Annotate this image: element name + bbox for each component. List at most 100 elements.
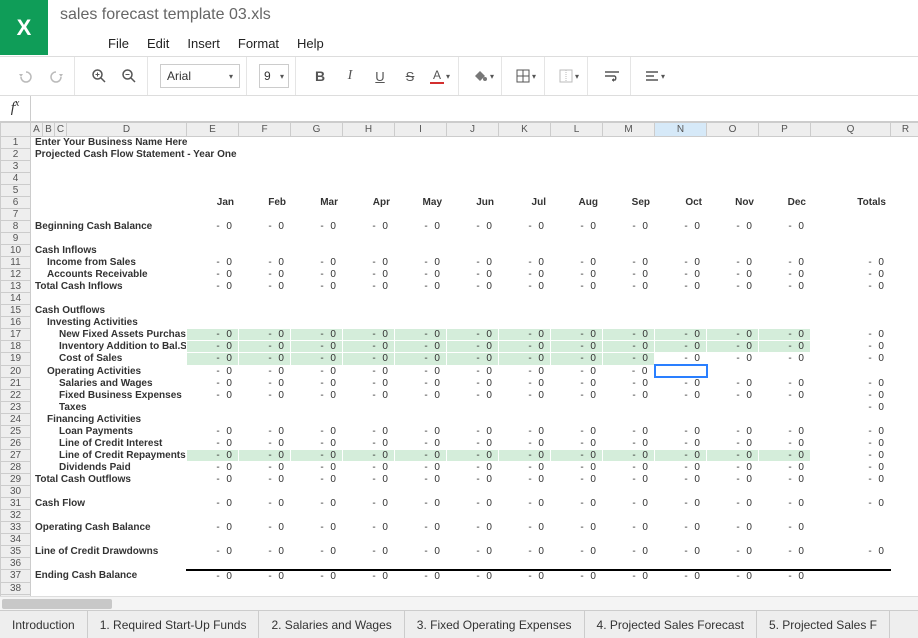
col-head-A[interactable]: A [31, 123, 43, 137]
col-head-C[interactable]: C [55, 123, 67, 137]
data-cell[interactable]: - 0 [759, 546, 811, 558]
data-cell[interactable]: - 0 [759, 522, 811, 534]
cell[interactable] [603, 594, 655, 596]
cell[interactable] [343, 173, 395, 185]
cell[interactable] [603, 233, 655, 245]
cell[interactable] [67, 486, 187, 498]
cell[interactable] [239, 173, 291, 185]
data-cell[interactable]: - 0 [343, 281, 395, 293]
col-head-J[interactable]: J [447, 123, 499, 137]
cell[interactable] [55, 233, 67, 245]
data-cell[interactable]: - 0 [239, 522, 291, 534]
data-cell[interactable]: - 0 [759, 269, 811, 281]
cell[interactable] [343, 510, 395, 522]
cell[interactable] [447, 510, 499, 522]
cell[interactable] [43, 233, 55, 245]
data-cell[interactable]: - 0 [551, 221, 603, 233]
data-cell[interactable]: - 0 [291, 570, 343, 583]
data-cell[interactable]: - 0 [239, 365, 291, 377]
data-cell[interactable]: - 0 [395, 221, 447, 233]
data-cell[interactable]: - 0 [603, 462, 655, 474]
cell[interactable] [447, 293, 499, 305]
data-cell[interactable]: - 0 [291, 377, 343, 390]
cell[interactable] [551, 510, 603, 522]
data-cell[interactable]: - 0 [291, 353, 343, 366]
data-cell[interactable]: - 0 [759, 426, 811, 438]
month-header[interactable]: Oct [655, 197, 707, 209]
data-cell[interactable]: - 0 [655, 257, 707, 269]
data-cell[interactable] [395, 402, 447, 414]
cell[interactable] [187, 510, 239, 522]
data-cell[interactable]: - 0 [759, 221, 811, 233]
cell[interactable] [343, 534, 395, 546]
row-head-24[interactable]: 24 [1, 414, 31, 426]
data-cell[interactable]: - 0 [239, 546, 291, 558]
data-cell[interactable]: - 0 [447, 450, 499, 462]
cell[interactable] [603, 510, 655, 522]
cell[interactable] [43, 534, 55, 546]
cell[interactable] [31, 450, 43, 462]
label-cell[interactable]: Ending Cash Balance [31, 570, 187, 583]
data-cell[interactable]: - 0 [187, 365, 239, 377]
cell[interactable] [811, 510, 891, 522]
cell[interactable] [187, 245, 239, 257]
data-cell[interactable]: - 0 [551, 450, 603, 462]
cell[interactable] [239, 510, 291, 522]
cell[interactable] [31, 329, 43, 341]
data-cell[interactable]: - 0 [655, 462, 707, 474]
label-cell[interactable]: Operating Cash Balance [31, 522, 187, 534]
data-cell[interactable]: - 0 [239, 341, 291, 353]
tab-startup-funds[interactable]: 1. Required Start-Up Funds [88, 611, 260, 638]
data-cell[interactable]: - 0 [187, 426, 239, 438]
cell[interactable] [187, 594, 239, 596]
data-cell-total[interactable]: - 0 [811, 546, 891, 558]
cell[interactable] [43, 173, 55, 185]
data-cell[interactable]: - 0 [447, 462, 499, 474]
cell[interactable] [291, 510, 343, 522]
label-cell[interactable]: New Fixed Assets Purchases [55, 329, 187, 341]
cell[interactable] [707, 293, 759, 305]
cell[interactable] [499, 305, 551, 317]
data-cell[interactable]: - 0 [187, 390, 239, 402]
cell[interactable] [31, 257, 43, 269]
cell[interactable] [499, 414, 551, 426]
data-cell[interactable]: - 0 [395, 365, 447, 377]
data-cell[interactable]: - 0 [499, 450, 551, 462]
cell[interactable] [707, 582, 759, 594]
data-cell[interactable]: - 0 [707, 498, 759, 510]
data-cell[interactable]: - 0 [551, 546, 603, 558]
cell[interactable] [551, 233, 603, 245]
cell[interactable] [891, 341, 918, 353]
data-cell[interactable] [707, 402, 759, 414]
data-cell-total[interactable] [811, 365, 891, 377]
cell[interactable] [395, 594, 447, 596]
label-cell[interactable]: Fixed Business Expenses [55, 390, 187, 402]
data-cell[interactable]: - 0 [499, 474, 551, 486]
data-cell[interactable]: - 0 [395, 450, 447, 462]
label-cell[interactable]: Cost of Sales [55, 353, 187, 366]
cell[interactable] [891, 281, 918, 293]
data-cell[interactable]: - 0 [239, 257, 291, 269]
cell[interactable] [551, 558, 603, 570]
data-cell[interactable]: - 0 [395, 426, 447, 438]
cell[interactable] [759, 594, 811, 596]
data-cell[interactable]: - 0 [239, 462, 291, 474]
data-cell-total[interactable]: - 0 [811, 341, 891, 353]
cell[interactable] [603, 582, 655, 594]
cell[interactable] [811, 582, 891, 594]
data-cell[interactable]: - 0 [603, 474, 655, 486]
cell[interactable] [655, 558, 707, 570]
bold-button[interactable]: B [308, 64, 332, 88]
row-head-7[interactable]: 7 [1, 209, 31, 221]
cell[interactable] [43, 377, 55, 390]
menu-format[interactable]: Format [238, 36, 279, 51]
cell[interactable] [239, 233, 291, 245]
scroll-thumb[interactable] [2, 599, 112, 609]
cell[interactable] [891, 233, 918, 245]
cell[interactable] [43, 558, 55, 570]
cell[interactable] [891, 414, 918, 426]
cell[interactable] [239, 305, 291, 317]
cell[interactable] [31, 293, 43, 305]
borders-button[interactable]: ▾ [514, 64, 538, 88]
row-head-9[interactable]: 9 [1, 233, 31, 245]
